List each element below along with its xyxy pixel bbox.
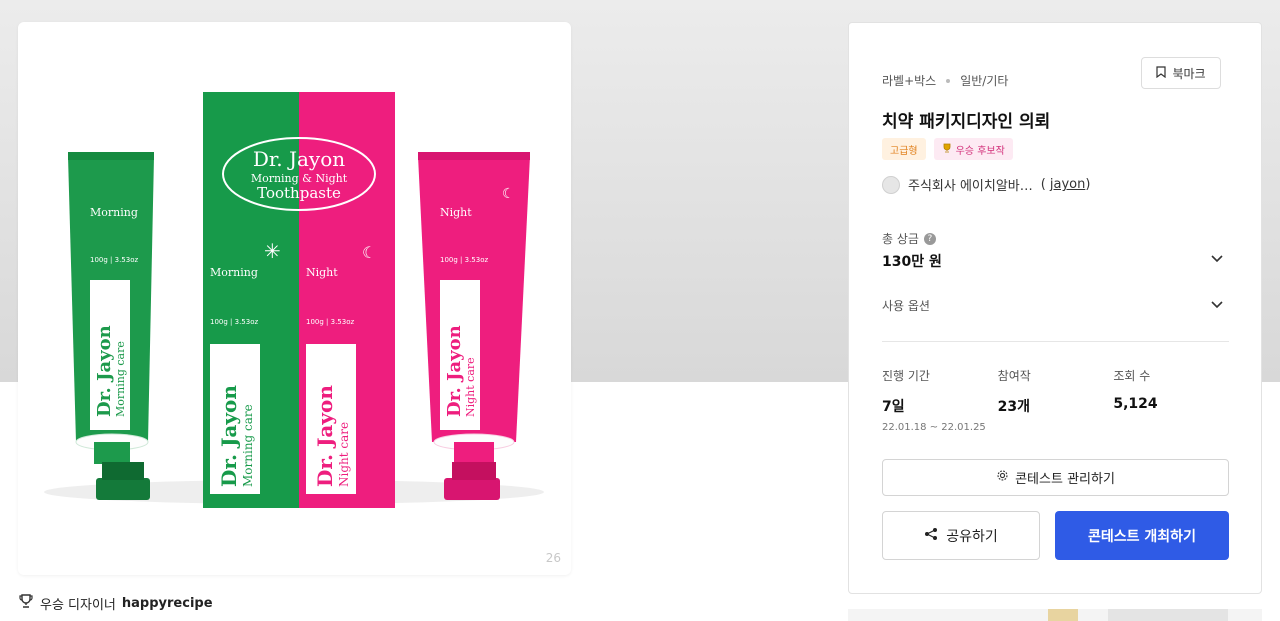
bookmark-button[interactable]: 북마크 (1141, 57, 1221, 89)
svg-text:Dr. Jayon: Dr. Jayon (313, 385, 337, 487)
company-name[interactable]: 주식회사 에이치알바… (908, 175, 1033, 194)
svg-text:Night care: Night care (464, 357, 477, 417)
prize-label-text: 총 상금 (882, 232, 919, 246)
subcategory-label[interactable]: 일반/기타 (960, 72, 1008, 89)
svg-text:✳: ✳ (156, 182, 171, 203)
entries-label: 참여작 (997, 369, 1031, 383)
open-contest-button[interactable]: 콘테스트 개최하기 (1055, 511, 1229, 560)
bookmark-label: 북마크 (1172, 66, 1206, 81)
badge-list: 고급형 우승 후보작 (882, 138, 1013, 160)
winner-name[interactable]: happyrecipe (122, 596, 213, 611)
svg-text:100g | 3.53oz: 100g | 3.53oz (306, 318, 354, 326)
company-user-open-paren: ( (1040, 177, 1046, 192)
svg-text:Dr. Jayon: Dr. Jayon (444, 325, 465, 417)
svg-text:100g | 3.53oz: 100g | 3.53oz (90, 256, 138, 264)
client-company: 주식회사 에이치알바… ( jayon) (882, 175, 1090, 194)
svg-text:Morning care: Morning care (114, 341, 127, 417)
svg-text:Night care: Night care (337, 422, 351, 487)
svg-text:Dr. Jayon: Dr. Jayon (217, 385, 241, 487)
manage-contest-button[interactable]: 콘테스트 관리하기 (882, 459, 1229, 496)
bookmark-icon (1156, 65, 1167, 81)
period-value: 7일 (882, 399, 905, 415)
toothpaste-artwork: Dr. Jayon Morning care Morning 100g | 3.… (44, 92, 544, 508)
svg-text:Morning: Morning (210, 266, 258, 279)
night-tube: Dr. Jayon Night care Night 100g | 3.53oz… (418, 152, 530, 500)
svg-text:Morning: Morning (90, 206, 138, 219)
prize-value: 130만 원 (882, 254, 942, 270)
svg-text:Morning care: Morning care (241, 404, 255, 487)
share-icon (924, 527, 938, 545)
category-label[interactable]: 라벨+박스 (882, 72, 936, 89)
svg-text:Dr. Jayon: Dr. Jayon (253, 147, 345, 171)
svg-text:Toothpaste: Toothpaste (257, 184, 341, 202)
svg-text:Night: Night (440, 206, 472, 219)
stat-period: 진행 기간 7일 22.01.18 ~ 22.01.25 (882, 367, 998, 433)
grade-badge-label: 고급형 (890, 145, 918, 157)
contest-info-panel: 라벨+박스 일반/기타 북마크 치약 패키지디자인 의뢰 고급형 우승 후보작 … (848, 22, 1262, 594)
option-label: 사용 옵션 (882, 299, 930, 313)
svg-text:☾: ☾ (502, 186, 515, 202)
contest-stats: 진행 기간 7일 22.01.18 ~ 22.01.25 참여작 23개 조회 … (882, 367, 1229, 433)
period-range: 22.01.18 ~ 22.01.25 (882, 422, 986, 433)
help-icon[interactable]: ? (923, 232, 936, 245)
candidate-badge: 우승 후보작 (933, 138, 1013, 160)
trophy-icon (942, 143, 952, 156)
company-user-close-paren: ) (1085, 177, 1091, 192)
stat-views: 조회 수 5,124 (1113, 367, 1229, 433)
contest-title: 치약 패키지디자인 의뢰 (882, 112, 1051, 132)
chevron-down-icon[interactable] (1210, 296, 1224, 310)
stat-entries: 참여작 23개 (998, 367, 1114, 433)
morning-tube: Dr. Jayon Morning care Morning 100g | 3.… (68, 152, 171, 500)
period-label: 진행 기간 (882, 369, 930, 383)
trophy-icon (18, 593, 34, 613)
svg-text:☾: ☾ (362, 243, 376, 262)
svg-text:100g | 3.53oz: 100g | 3.53oz (210, 318, 258, 326)
breadcrumb-separator (946, 78, 951, 83)
divider (882, 341, 1229, 342)
share-label: 공유하기 (946, 528, 998, 545)
svg-text:✳: ✳ (264, 239, 281, 263)
views-label: 조회 수 (1113, 369, 1151, 383)
company-user-link[interactable]: jayon (1050, 177, 1085, 192)
avatar (882, 175, 900, 194)
share-button[interactable]: 공유하기 (882, 511, 1040, 560)
chevron-down-icon[interactable] (1210, 250, 1224, 264)
entries-value: 23개 (997, 399, 1031, 415)
svg-text:100g | 3.53oz: 100g | 3.53oz (440, 256, 488, 264)
views-value: 5,124 (1113, 396, 1158, 412)
prize-label: 총 상금 ? (882, 230, 936, 247)
manage-contest-label: 콘테스트 관리하기 (1015, 472, 1115, 487)
breadcrumb: 라벨+박스 일반/기타 (882, 72, 1008, 89)
next-section-preview (848, 609, 1262, 621)
hero-image[interactable]: Dr. Jayon Morning care Morning 100g | 3.… (18, 22, 571, 575)
candidate-badge-label: 우승 후보작 (955, 145, 1005, 157)
svg-text:Dr. Jayon: Dr. Jayon (94, 325, 115, 417)
gear-icon (996, 469, 1009, 486)
grade-badge: 고급형 (882, 138, 926, 160)
toothpaste-box: Dr. Jayon Morning & Night Toothpaste Mor… (203, 92, 395, 508)
winner-label: 우승 디자이너 (40, 597, 116, 613)
svg-text:Night: Night (306, 266, 338, 279)
image-page-number: 26 (545, 551, 561, 565)
winner-designer: 우승 디자이너 happyrecipe (18, 593, 213, 613)
